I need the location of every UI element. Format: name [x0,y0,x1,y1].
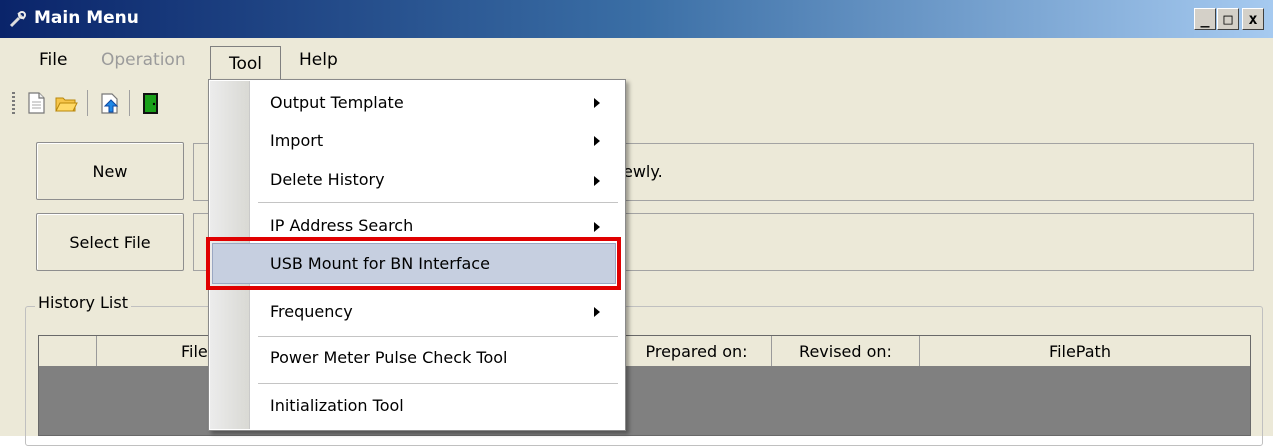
annotation-highlight-box [206,237,621,290]
open-folder-icon[interactable] [54,91,78,115]
toolbar-separator [129,90,130,116]
minimize-button[interactable]: _ [1194,8,1216,30]
menu-operation: Operation [101,50,186,70]
menu-item-ip-address-search[interactable]: IP Address Search [270,216,413,235]
history-list-label: History List [35,293,131,312]
submenu-arrow-icon [594,98,600,108]
menu-tool[interactable]: Tool [210,46,281,80]
close-button[interactable]: x [1242,8,1264,30]
exit-door-icon[interactable] [139,91,163,115]
new-button[interactable]: New [36,142,184,200]
toolbar [0,82,1273,122]
menu-help[interactable]: Help [299,50,338,70]
menu-file[interactable]: File [39,50,67,70]
window-title: Main Menu [34,8,139,28]
title-bar [0,0,1273,38]
menu-item-output-template[interactable]: Output Template [270,93,404,112]
column-header-revised[interactable]: Revised on: [772,336,920,366]
menu-item-frequency[interactable]: Frequency [270,302,353,321]
select-file-button[interactable]: Select File [36,213,184,271]
menu-item-initialization-tool[interactable]: Initialization Tool [270,396,404,415]
new-description-text: ewly. [623,162,663,181]
menu-separator [258,336,618,337]
menu-bar [0,38,1273,82]
tools-icon [9,11,26,28]
toolbar-grip[interactable] [12,92,15,116]
submenu-arrow-icon [594,136,600,146]
menu-separator [258,202,618,203]
maximize-button[interactable]: □ [1217,8,1239,30]
submenu-arrow-icon [594,176,600,186]
menu-tool-label: Tool [228,53,263,74]
menu-separator [258,383,618,384]
menu-item-power-meter-pulse-check[interactable]: Power Meter Pulse Check Tool [270,348,508,367]
menu-item-delete-history[interactable]: Delete History [270,170,385,189]
column-header-selector[interactable] [39,336,97,366]
toolbar-separator [87,90,88,116]
upload-icon[interactable] [98,91,122,115]
column-header-filepath[interactable]: FilePath [920,336,1240,366]
column-header-prepared[interactable]: Prepared on: [622,336,772,366]
submenu-arrow-icon [594,222,600,232]
menu-item-import[interactable]: Import [270,131,323,150]
submenu-arrow-icon [594,307,600,317]
new-document-icon[interactable] [24,91,48,115]
